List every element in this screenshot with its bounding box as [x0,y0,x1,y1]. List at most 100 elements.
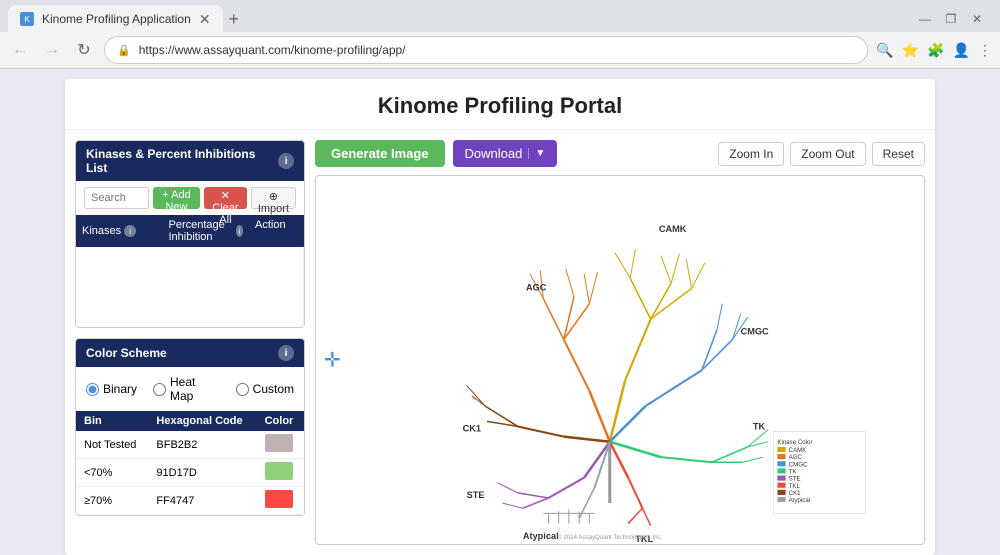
reset-button[interactable]: Reset [872,142,925,166]
color-scheme-title: Color Scheme [86,346,167,360]
window-controls: — ❐ ✕ [918,12,992,26]
bin-cell: Not Tested [76,431,148,459]
svg-text:Atypical: Atypical [523,531,559,541]
svg-text:CMGC: CMGC [741,326,769,336]
color-table-row: ≥70% FF4747 [76,487,304,515]
color-cell [257,487,304,515]
color-scheme-panel-header: Color Scheme i [76,339,304,367]
url-bar[interactable]: 🔒 https://www.assayquant.com/kinome-prof… [104,36,868,64]
heatmap-radio[interactable] [153,383,166,396]
color-scheme-radio-group: Binary Heat Map Custom [76,367,304,411]
kinases-section: Kinases & Percent Inhibitions List i + A… [75,140,305,328]
address-bar: ← → ↻ 🔒 https://www.assayquant.com/kinom… [0,32,1000,68]
lock-icon: 🔒 [117,44,131,57]
kinases-table-body[interactable] [76,247,304,327]
search-icon[interactable]: 🔍 [876,42,893,59]
svg-text:AGC: AGC [526,282,547,292]
tab-title: Kinome Profiling Application [42,12,191,26]
percentage-col-info-icon[interactable]: i [236,225,243,237]
browser-chrome: K Kinome Profiling Application ✕ + — ❐ ✕… [0,0,1000,69]
svg-text:CK1: CK1 [463,424,481,434]
menu-icon[interactable]: ⋮ [978,42,992,59]
extension-icon[interactable]: 🧩 [927,42,944,59]
svg-text:CAMK: CAMK [789,447,808,454]
right-panel: Generate Image Download ▼ Zoom In Zoom O… [315,140,925,545]
svg-text:Kinase Color: Kinase Color [777,439,812,446]
percentage-col-header: Percentage Inhibition i [163,215,250,247]
hex-cell: FF4747 [148,487,256,515]
svg-text:STE: STE [467,490,485,500]
color-table: Bin Hexagonal Code Color Not Tested BFB2… [76,411,304,515]
zoom-in-button[interactable]: Zoom In [718,142,784,166]
binary-radio-label[interactable]: Binary [86,382,137,396]
zoom-controls: Zoom In Zoom Out Reset [718,142,925,166]
action-col-header: Action [249,215,304,247]
add-new-button[interactable]: + Add New [153,187,200,209]
kinases-col-info-icon[interactable]: i [124,225,136,237]
panel-toolbar: + Add New ✕ Clear All ⊕ Import [76,181,304,215]
color-cell [257,431,304,459]
color-cell [257,459,304,487]
download-label: Download [465,146,523,161]
svg-text:AGC: AGC [789,454,803,461]
hex-col-header: Hexagonal Code [148,411,256,431]
svg-text:CK1: CK1 [789,490,802,497]
generate-image-button[interactable]: Generate Image [315,140,445,167]
search-input[interactable] [84,187,149,209]
kinome-tree-svg: CAMK AGC [316,176,924,544]
zoom-out-button[interactable]: Zoom Out [790,142,865,166]
color-scheme-section: Color Scheme i Binary Heat Map [75,338,305,516]
tab-favicon: K [20,12,34,26]
svg-text:Atypical: Atypical [789,497,810,504]
column-headers: Kinases i Percentage Inhibition i Action [76,215,304,247]
color-scheme-info-icon[interactable]: i [278,345,294,361]
svg-text:STE: STE [789,476,801,483]
minimize-button[interactable]: — [918,12,932,26]
forward-button[interactable]: → [40,38,64,62]
address-icons: 🔍 ⭐ 🧩 👤 ⋮ [876,42,992,59]
app-inner: Kinome Profiling Portal Kinases & Percen… [65,79,935,555]
kinome-canvas[interactable]: ✛ [315,175,925,545]
color-table-row: <70% 91D17D [76,459,304,487]
tab-close-button[interactable]: ✕ [199,11,211,28]
svg-text:TK: TK [789,468,798,475]
color-table-row: Not Tested BFB2B2 [76,431,304,459]
clear-all-button[interactable]: ✕ Clear All [204,187,247,209]
svg-text:CAMK: CAMK [659,224,687,234]
download-button[interactable]: Download ▼ [453,140,558,167]
color-swatch [265,490,293,508]
svg-text:CMGC: CMGC [789,461,808,468]
kinases-panel-header: Kinases & Percent Inhibitions List i [76,141,304,181]
app-container: Kinome Profiling Portal Kinases & Percen… [0,69,1000,536]
close-button[interactable]: ✕ [970,12,984,26]
active-tab[interactable]: K Kinome Profiling Application ✕ [8,5,223,33]
app-body: Kinases & Percent Inhibitions List i + A… [65,130,935,555]
kinases-panel-title: Kinases & Percent Inhibitions List [86,147,278,175]
import-button[interactable]: ⊕ Import [251,187,296,209]
profile-icon[interactable]: 👤 [953,42,970,59]
color-swatch [265,434,293,452]
new-tab-button[interactable]: + [223,10,246,28]
svg-text:TK: TK [753,422,766,432]
heatmap-radio-label[interactable]: Heat Map [153,375,220,403]
left-panel: Kinases & Percent Inhibitions List i + A… [75,140,305,545]
color-swatch [265,462,293,480]
bin-col-header: Bin [76,411,148,431]
kinases-info-icon[interactable]: i [278,153,294,169]
custom-radio-label[interactable]: Custom [236,382,294,396]
url-text: https://www.assayquant.com/kinome-profil… [139,43,856,57]
tab-bar: K Kinome Profiling Application ✕ + — ❐ ✕ [0,0,1000,32]
back-button[interactable]: ← [8,38,32,62]
color-col-header: Color [257,411,304,431]
custom-radio[interactable] [236,383,249,396]
kinases-col-header: Kinases i [76,215,163,247]
refresh-button[interactable]: ↻ [72,38,96,62]
action-bar: Generate Image Download ▼ Zoom In Zoom O… [315,140,925,167]
app-title: Kinome Profiling Portal [65,79,935,130]
hex-cell: 91D17D [148,459,256,487]
binary-radio[interactable] [86,383,99,396]
maximize-button[interactable]: ❐ [944,12,958,26]
download-arrow-icon[interactable]: ▼ [528,148,545,159]
bookmark-icon[interactable]: ⭐ [902,42,919,59]
bin-cell: <70% [76,459,148,487]
